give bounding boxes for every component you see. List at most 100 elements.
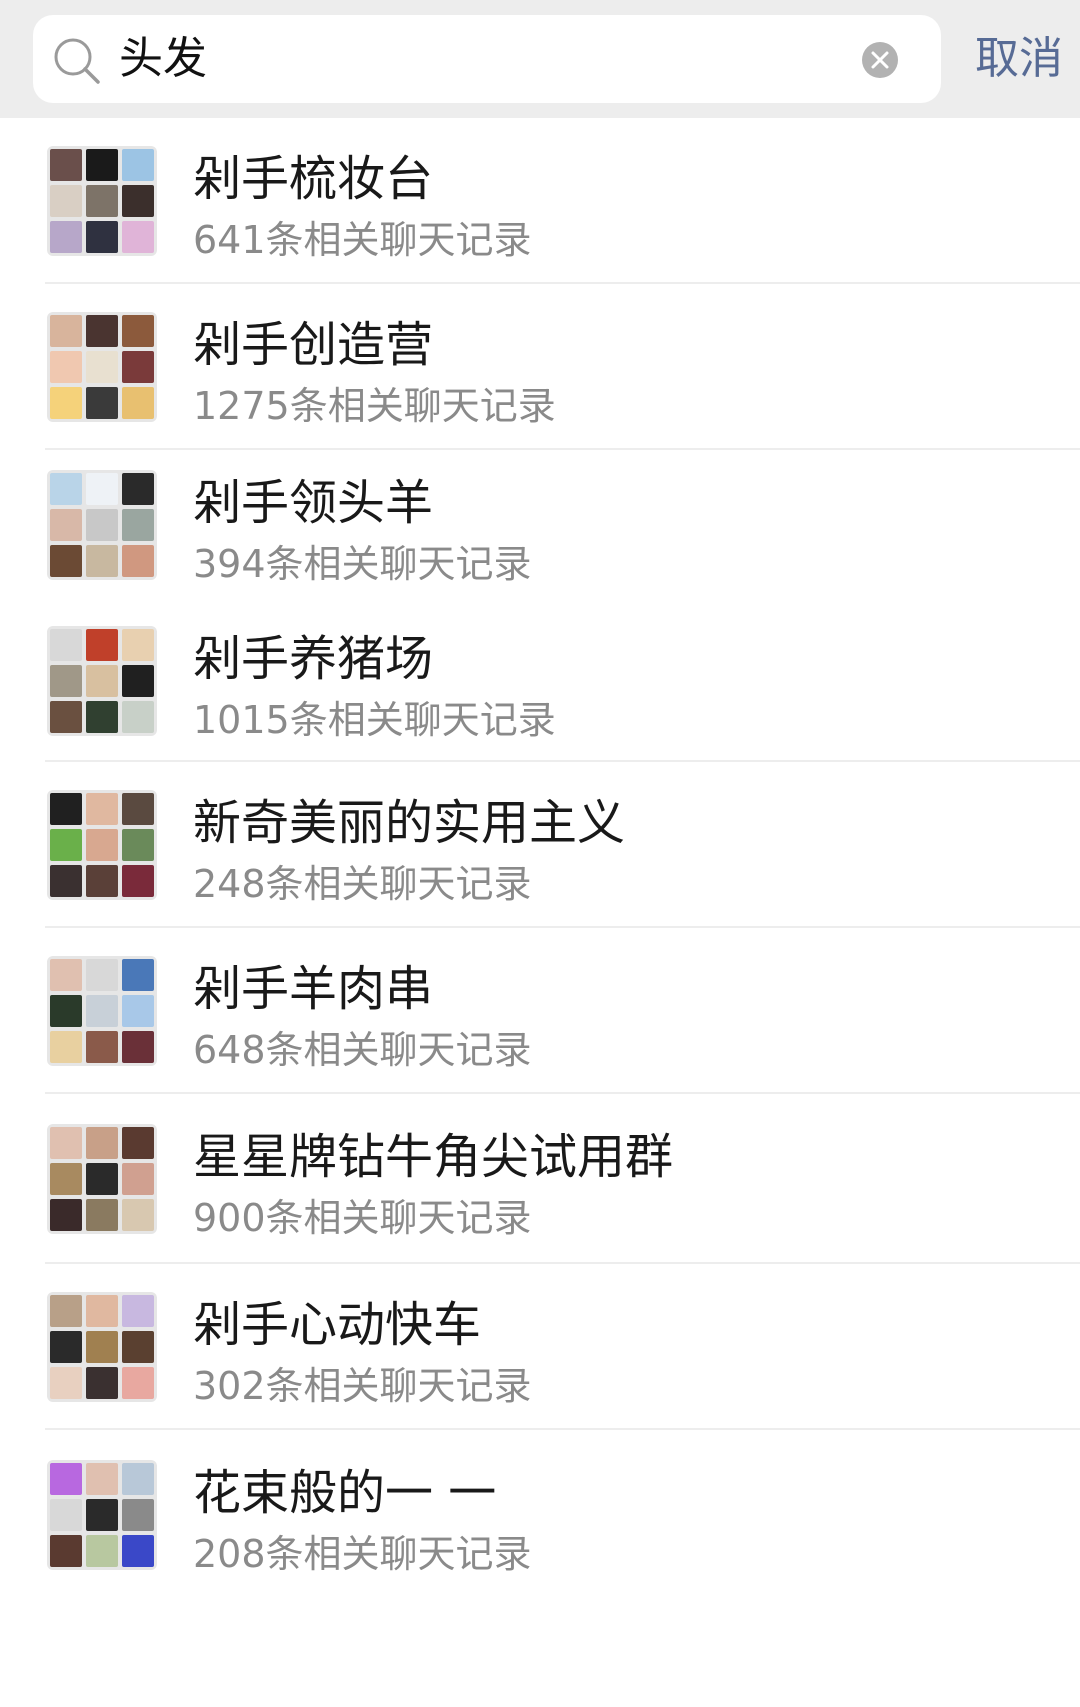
avatar-tile — [122, 1535, 154, 1567]
avatar-tile — [86, 1331, 118, 1363]
result-row[interactable]: 新奇美丽的实用主义 248条相关聊天记录 — [0, 762, 1080, 928]
avatar-tile — [50, 1163, 82, 1195]
search-header: 头发 取消 — [0, 0, 1080, 118]
avatar-tile — [122, 473, 154, 505]
avatar-tile — [122, 149, 154, 181]
match-count: 248条相关聊天记录 — [193, 862, 532, 906]
match-count: 641条相关聊天记录 — [193, 218, 532, 262]
avatar-tile — [86, 701, 118, 733]
avatar-tile — [122, 1367, 154, 1399]
avatar-tile — [50, 545, 82, 577]
group-name: 新奇美丽的实用主义 — [193, 795, 626, 851]
group-avatar — [47, 470, 157, 580]
avatar-tile — [50, 865, 82, 897]
avatar-tile — [86, 1163, 118, 1195]
group-avatar — [47, 956, 157, 1066]
cancel-button[interactable]: 取消 — [975, 15, 1063, 103]
avatar-tile — [50, 1199, 82, 1231]
group-name: 剁手羊肉串 — [193, 961, 434, 1017]
avatar-tile — [50, 1499, 82, 1531]
result-row[interactable]: 剁手心动快车 302条相关聊天记录 — [0, 1264, 1080, 1430]
avatar-tile — [86, 995, 118, 1027]
avatar-tile — [50, 793, 82, 825]
group-avatar — [47, 1460, 157, 1570]
avatar-tile — [122, 1463, 154, 1495]
avatar-tile — [50, 629, 82, 661]
group-name: 星星牌钻牛角尖试用群 — [193, 1129, 674, 1185]
avatar-tile — [50, 1127, 82, 1159]
avatar-tile — [86, 1463, 118, 1495]
avatar-tile — [86, 149, 118, 181]
group-avatar — [47, 312, 157, 422]
avatar-tile — [86, 315, 118, 347]
avatar-tile — [86, 1367, 118, 1399]
avatar-tile — [50, 995, 82, 1027]
group-avatar — [47, 1124, 157, 1234]
result-row[interactable]: 剁手创造营 1275条相关聊天记录 — [0, 284, 1080, 450]
match-count: 1275条相关聊天记录 — [193, 384, 556, 428]
avatar-tile — [122, 1127, 154, 1159]
result-row[interactable]: 花束般的一 一 208条相关聊天记录 — [0, 1430, 1080, 1600]
avatar-tile — [50, 221, 82, 253]
match-count: 1015条相关聊天记录 — [193, 698, 556, 742]
avatar-tile — [86, 793, 118, 825]
avatar-tile — [122, 1499, 154, 1531]
avatar-tile — [50, 509, 82, 541]
avatar-tile — [50, 1031, 82, 1063]
avatar-tile — [50, 1295, 82, 1327]
group-avatar — [47, 146, 157, 256]
group-avatar — [47, 1292, 157, 1402]
avatar-tile — [50, 1331, 82, 1363]
avatar-tile — [86, 1535, 118, 1567]
avatar-tile — [50, 473, 82, 505]
group-name: 剁手领头羊 — [193, 475, 434, 531]
avatar-tile — [122, 793, 154, 825]
match-count: 648条相关聊天记录 — [193, 1028, 532, 1072]
avatar-tile — [50, 829, 82, 861]
avatar-tile — [122, 995, 154, 1027]
avatar-tile — [86, 829, 118, 861]
avatar-tile — [122, 1331, 154, 1363]
avatar-tile — [122, 545, 154, 577]
search-input[interactable]: 头发 — [119, 15, 207, 103]
match-count: 394条相关聊天记录 — [193, 542, 532, 586]
avatar-tile — [122, 221, 154, 253]
avatar-tile — [122, 387, 154, 419]
avatar-tile — [122, 829, 154, 861]
avatar-tile — [122, 629, 154, 661]
avatar-tile — [86, 545, 118, 577]
match-count: 900条相关聊天记录 — [193, 1196, 532, 1240]
clear-icon[interactable] — [861, 41, 899, 79]
avatar-tile — [122, 1163, 154, 1195]
result-row[interactable]: 剁手领头羊 394条相关聊天记录 — [0, 450, 1080, 600]
group-avatar — [47, 790, 157, 900]
avatar-tile — [50, 1463, 82, 1495]
avatar-tile — [50, 149, 82, 181]
avatar-tile — [86, 1031, 118, 1063]
avatar-tile — [86, 387, 118, 419]
avatar-tile — [86, 185, 118, 217]
avatar-tile — [86, 629, 118, 661]
avatar-tile — [86, 1127, 118, 1159]
avatar-tile — [86, 1199, 118, 1231]
avatar-tile — [50, 701, 82, 733]
avatar-tile — [86, 665, 118, 697]
group-name: 花束般的一 一 — [193, 1465, 497, 1521]
group-name: 剁手心动快车 — [193, 1297, 482, 1353]
avatar-tile — [122, 1199, 154, 1231]
avatar-tile — [122, 701, 154, 733]
result-row[interactable]: 剁手梳妆台 641条相关聊天记录 — [0, 118, 1080, 284]
avatar-tile — [86, 473, 118, 505]
avatar-tile — [122, 509, 154, 541]
avatar-tile — [86, 351, 118, 383]
result-row[interactable]: 剁手羊肉串 648条相关聊天记录 — [0, 928, 1080, 1094]
result-row[interactable]: 剁手养猪场 1015条相关聊天记录 — [0, 600, 1080, 762]
result-row[interactable]: 星星牌钻牛角尖试用群 900条相关聊天记录 — [0, 1094, 1080, 1264]
avatar-tile — [122, 959, 154, 991]
avatar-tile — [122, 351, 154, 383]
avatar-tile — [122, 665, 154, 697]
search-bar[interactable]: 头发 — [33, 15, 941, 103]
search-icon — [54, 38, 100, 84]
avatar-tile — [122, 315, 154, 347]
avatar-tile — [86, 509, 118, 541]
